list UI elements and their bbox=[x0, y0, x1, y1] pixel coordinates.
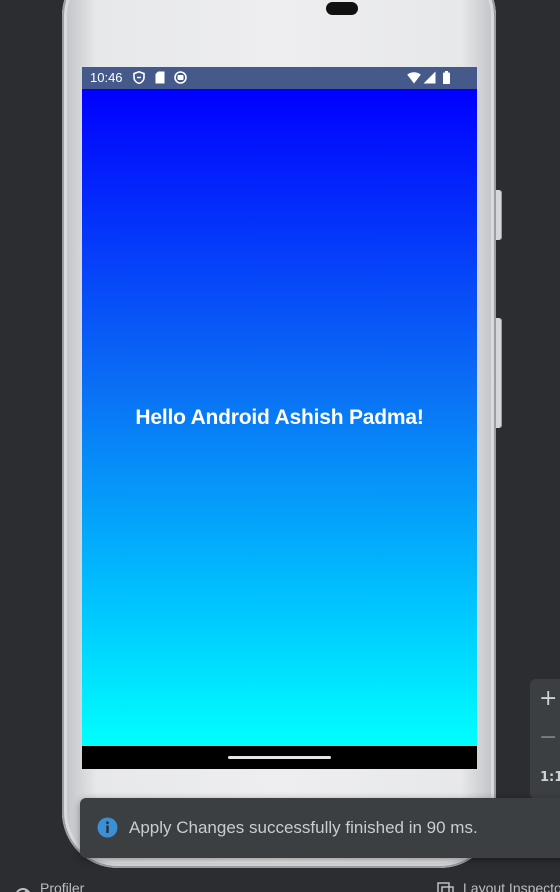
cell-signal-icon bbox=[423, 71, 436, 84]
tool-window-bar: Profiler Layout Inspector bbox=[0, 872, 560, 892]
earpiece bbox=[326, 2, 358, 15]
layout-inspector-icon[interactable] bbox=[437, 882, 455, 892]
notification-toast[interactable]: Apply Changes successfully finished in 9… bbox=[80, 798, 560, 858]
battery-icon bbox=[443, 71, 450, 84]
app-gradient-background[interactable]: Hello Android Ashish Padma! bbox=[82, 89, 477, 746]
emulator-window: 10:46 Hello Android Ashish Padma! + − 1:… bbox=[0, 0, 560, 892]
zoom-controls: + − 1:1 bbox=[530, 679, 560, 799]
info-icon bbox=[97, 817, 118, 838]
sync-icon bbox=[174, 71, 187, 84]
status-time: 10:46 bbox=[90, 70, 123, 85]
status-bar: 10:46 bbox=[82, 67, 477, 89]
device-screen[interactable]: 10:46 Hello Android Ashish Padma! bbox=[82, 67, 477, 769]
wifi-icon bbox=[407, 72, 421, 84]
shield-icon bbox=[133, 71, 145, 84]
home-gesture-handle[interactable] bbox=[228, 756, 331, 759]
power-button[interactable] bbox=[496, 318, 502, 428]
volume-up-button[interactable] bbox=[496, 190, 502, 240]
zoom-in-button[interactable]: + bbox=[530, 683, 560, 715]
zoom-out-button[interactable]: − bbox=[530, 722, 560, 754]
navigation-bar bbox=[82, 746, 477, 769]
sd-card-icon bbox=[155, 71, 165, 84]
tool-profiler-label[interactable]: Profiler bbox=[40, 880, 84, 892]
profiler-icon[interactable] bbox=[14, 882, 32, 892]
tool-layout-inspector-label[interactable]: Layout Inspector bbox=[463, 880, 560, 892]
actual-size-button[interactable]: 1:1 bbox=[530, 762, 560, 794]
greeting-text: Hello Android Ashish Padma! bbox=[135, 406, 424, 429]
toast-message: Apply Changes successfully finished in 9… bbox=[129, 818, 478, 837]
